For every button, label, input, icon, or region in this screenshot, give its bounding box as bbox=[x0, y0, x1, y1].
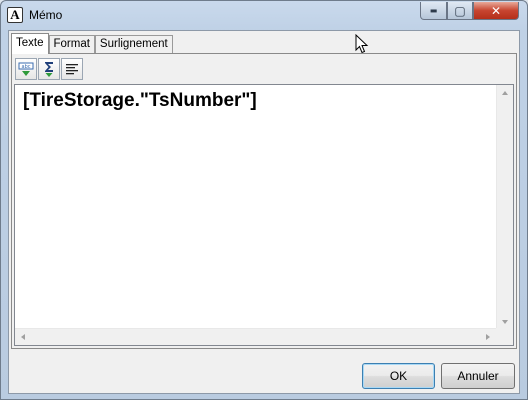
scroll-up-icon[interactable] bbox=[502, 91, 508, 95]
close-icon: ✕ bbox=[490, 3, 502, 18]
dialog-client-area: Texte Format Surlignement abc [TireStora… bbox=[8, 30, 520, 394]
minimize-button[interactable]: ▬ bbox=[420, 2, 447, 20]
cancel-button[interactable]: Annuler bbox=[441, 363, 515, 389]
horizontal-scrollbar[interactable] bbox=[15, 328, 496, 345]
insert-expression-button[interactable] bbox=[38, 58, 60, 80]
app-icon: A bbox=[7, 7, 23, 23]
editor-toolbar: abc bbox=[15, 58, 83, 80]
maximize-icon: ▢ bbox=[454, 3, 466, 18]
insert-expression-sum-icon bbox=[45, 62, 53, 77]
text-align-icon bbox=[66, 64, 78, 75]
tab-texte[interactable]: Texte bbox=[11, 33, 49, 54]
memo-text-editor[interactable]: [TireStorage."TsNumber"] bbox=[14, 84, 514, 346]
mouse-pointer-icon bbox=[355, 34, 369, 54]
title-bar[interactable]: A Mémo ▬ ▢ ✕ bbox=[1, 1, 527, 29]
scroll-down-icon[interactable] bbox=[502, 320, 508, 324]
svg-text:abc: abc bbox=[22, 64, 31, 70]
minimize-icon: ▬ bbox=[429, 6, 438, 15]
dialog-footer: OK Annuler bbox=[9, 353, 519, 393]
memo-text-content[interactable]: [TireStorage."TsNumber"] bbox=[23, 90, 257, 112]
vertical-scrollbar[interactable] bbox=[496, 85, 513, 330]
window-title: Mémo bbox=[29, 8, 63, 22]
insert-variable-icon: abc bbox=[18, 62, 34, 76]
close-button[interactable]: ✕ bbox=[473, 2, 519, 20]
maximize-button[interactable]: ▢ bbox=[447, 2, 473, 20]
tab-format[interactable]: Format bbox=[48, 35, 95, 54]
insert-variable-button[interactable]: abc bbox=[15, 58, 37, 80]
tab-strip: Texte Format Surlignement bbox=[11, 33, 173, 54]
tab-surlignement[interactable]: Surlignement bbox=[94, 35, 173, 54]
memo-dialog-window: A Mémo ▬ ▢ ✕ Texte Format Surlignement a… bbox=[0, 0, 528, 400]
scroll-right-icon[interactable] bbox=[486, 334, 490, 340]
ok-button[interactable]: OK bbox=[362, 363, 435, 389]
scrollbar-corner bbox=[496, 328, 513, 345]
tab-panel-texte: abc [TireStorage."TsNumber"] bbox=[11, 53, 517, 349]
text-align-button[interactable] bbox=[61, 58, 83, 80]
scroll-left-icon[interactable] bbox=[21, 334, 25, 340]
